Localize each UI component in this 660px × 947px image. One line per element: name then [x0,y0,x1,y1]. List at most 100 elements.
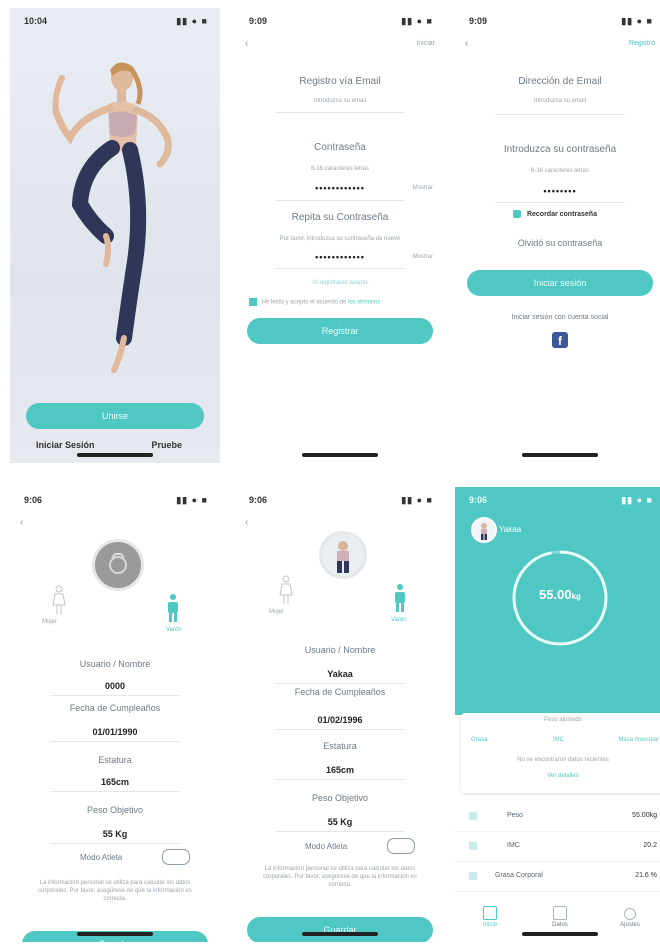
register-top-link[interactable]: Registro [629,40,655,47]
target-weight-field[interactable]: 55 Kg [235,817,445,827]
login-top-link[interactable]: Iniciar [416,40,435,47]
email-field[interactable]: Introduzca su email [465,98,655,104]
weight-value: 55.00kg [505,587,615,602]
metric-label: Grasa Corporal [495,872,543,879]
male-figure-icon[interactable] [166,593,180,623]
user-avatar[interactable] [471,517,497,543]
back-icon[interactable]: ‹ [245,38,248,49]
female-figure-icon[interactable] [52,585,66,615]
user-photo-icon [481,523,487,540]
login-button[interactable]: Iniciar sesión [467,270,653,296]
stat-muscle: Masa muscular [618,737,659,743]
forgot-password-link[interactable]: Olvidó su contraseña [455,238,660,248]
metric-row[interactable]: IMC 20.2 [455,833,660,862]
profile-icon [624,908,636,920]
height-field[interactable]: 165cm [235,765,445,775]
status-bar: 9:06 ▮▮ ● ■ [455,487,660,509]
nav-settings-label: Ajustes [620,922,640,928]
email-title: Registro vía Email [299,76,381,87]
divider [275,779,405,780]
avatar-placeholder[interactable] [92,539,144,591]
camera-icon [109,553,127,574]
home-indicator [302,932,378,936]
nav-settings[interactable]: Ajustes [605,908,655,928]
password-hint: 6-16 caracteres letras [310,166,370,172]
female-label: Mujer [269,609,285,615]
nav-data[interactable]: Datos [535,906,585,928]
signal-battery-icons: ▮▮ ● ■ [621,495,653,505]
login-link[interactable]: Iniciar Sesión [36,440,95,450]
chart-icon [553,906,567,920]
terms-checkbox[interactable] [249,298,257,306]
target-weight-field[interactable]: 55 Kg [10,829,220,839]
facebook-icon[interactable]: f [552,332,568,348]
profile-note: La información personal se utiliza para … [38,880,192,902]
login-screen: 9:09 ▮▮ ● ■ ‹ Registro Dirección de Emai… [455,8,660,463]
weight-number: 55.00 [539,587,572,602]
birthday-field[interactable]: 01/01/1990 [10,727,220,737]
athlete-mode-toggle[interactable] [162,849,190,865]
register-screen: 9:09 ▮▮ ● ■ ‹ Iniciar Registro vía Email… [235,8,445,463]
avatar-photo[interactable] [319,531,367,579]
status-time: 9:06 [24,495,43,505]
metric-row[interactable]: Grasa Corporal 21.6 % [455,863,660,892]
show-confirm-toggle[interactable]: Mostrar [413,254,433,260]
summary-card: Peso ajustado Grasa IMC Masa muscular No… [461,713,660,793]
signal-battery-icons: ▮▮ ● ■ [176,495,208,505]
status-bar: 9:09 ▮▮ ● ■ [455,8,660,30]
skip-link[interactable]: Pruebe [151,440,182,450]
nav-home-label: Inicio [482,922,497,928]
home-icon [483,906,497,920]
remember-row[interactable]: Recordar contraseña [513,210,597,218]
terms-link[interactable]: los términos [348,300,380,306]
profile-filled-screen: 9:06 ▮▮ ● ■ ‹ Mujer Varón Usuario / Nomb… [235,487,445,942]
back-icon[interactable]: ‹ [20,517,23,528]
metric-value: 55.00kg [632,812,657,819]
stat-bmi: IMC [553,737,564,743]
policy-link[interactable]: Al registrarse acepta [245,280,435,286]
home-indicator [302,453,378,457]
card-details-link[interactable]: Ver detalles [471,773,655,779]
join-button[interactable]: Unirse [26,403,204,429]
stat-fat: Grasa [471,737,488,743]
nav-home[interactable]: Inicio [465,906,515,928]
birthday-field[interactable]: 01/02/1996 [235,715,445,725]
profile-setup-screen: 9:06 ▮▮ ● ■ ‹ Mujer Varón Usuario / Nomb… [10,487,220,942]
register-button[interactable]: Registrar [247,318,433,344]
metric-row[interactable]: Peso 55.00kg [455,803,660,832]
metric-label: Peso [507,812,523,819]
metric-value: 20.2 [643,842,657,849]
height-field[interactable]: 165cm [10,777,220,787]
male-label: Varón [391,617,407,623]
athlete-mode-toggle[interactable] [387,838,415,854]
athlete-mode-label: Modo Atleta [80,853,123,862]
home-indicator [77,932,153,936]
home-indicator [522,453,598,457]
target-weight-label: Peso Objetivo [86,805,144,815]
username-field[interactable]: Yakaa [235,669,445,679]
save-button[interactable]: Guardar [247,917,433,942]
divider [275,268,405,269]
email-field[interactable]: Introduzca su email [245,98,435,104]
nav-data-label: Datos [552,922,568,928]
username-field[interactable]: 0000 [10,681,220,691]
show-password-toggle[interactable]: Mostrar [413,185,433,191]
divider [275,683,405,684]
password-field[interactable]: •••••••• [455,186,660,196]
back-icon[interactable]: ‹ [245,517,248,528]
height-label: Estatura [98,755,132,765]
user-photo-icon [337,541,349,573]
username-label: Usuario / Nombre [79,659,151,669]
dashboard-screen: 9:06 ▮▮ ● ■ Yakaa 55.00kg Peso ajustado … [455,487,660,942]
divider [50,741,180,742]
remember-checkbox[interactable] [513,210,521,218]
divider [275,200,405,201]
weight-icon [469,812,477,820]
male-figure-icon[interactable] [393,583,407,613]
female-figure-icon[interactable] [279,575,293,605]
password-title: Introduzca su contraseña [503,144,617,155]
social-login-text: Iniciar sesión con cuenta social [511,314,609,321]
signal-battery-icons: ▮▮ ● ■ [401,495,433,505]
back-icon[interactable]: ‹ [465,38,468,49]
divider [50,791,180,792]
